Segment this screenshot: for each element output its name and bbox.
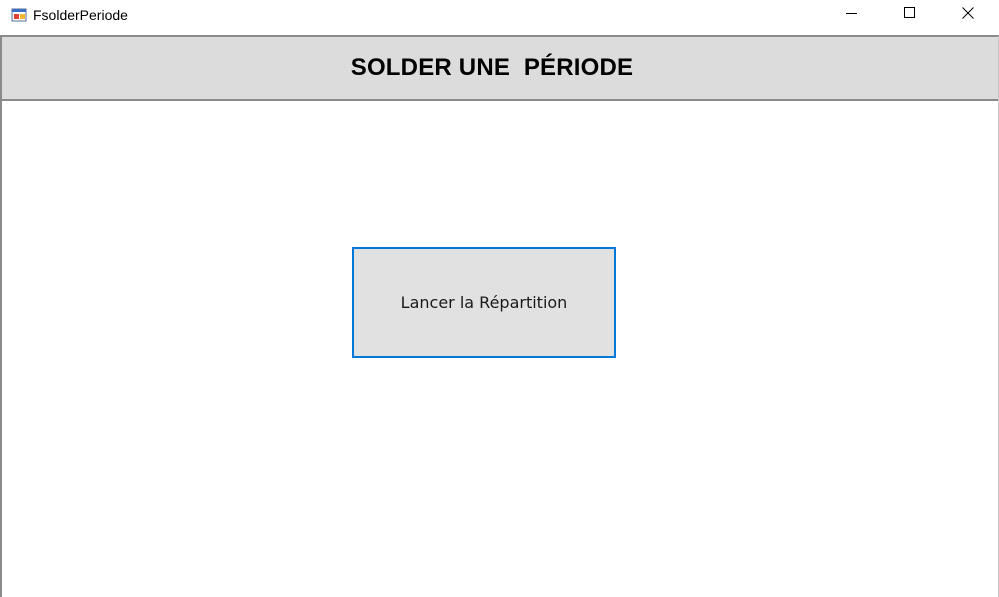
app-form-icon bbox=[11, 7, 27, 23]
close-button[interactable] bbox=[939, 0, 997, 30]
maximize-icon bbox=[904, 6, 916, 24]
page-title: SOLDER UNE PÉRIODE bbox=[350, 54, 634, 81]
close-icon bbox=[962, 6, 974, 24]
header-panel: SOLDER UNE PÉRIODE bbox=[2, 37, 998, 101]
launch-distribution-button[interactable]: Lancer la Répartition bbox=[352, 247, 616, 358]
maximize-button[interactable] bbox=[881, 0, 939, 30]
app-window: FsolderPeriode SOLDER UNE PÉRIODE Lancer… bbox=[0, 0, 999, 597]
minimize-button[interactable] bbox=[823, 0, 881, 30]
window-title: FsolderPeriode bbox=[33, 7, 128, 23]
form-client-area: SOLDER UNE PÉRIODE Lancer la Répartition bbox=[0, 35, 999, 597]
minimize-icon bbox=[846, 6, 858, 24]
title-bar[interactable]: FsolderPeriode bbox=[0, 0, 999, 30]
